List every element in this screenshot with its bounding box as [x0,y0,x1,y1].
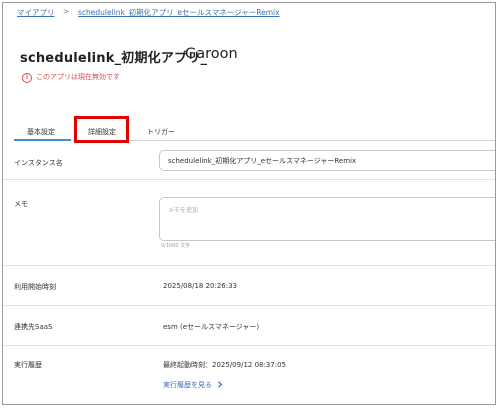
row-divider [3,265,495,266]
linked-saas-label: 連携先SaaS [14,323,53,331]
highlight-box [74,116,129,143]
start-time-value: 2025/08/18 20:26:33 [163,282,238,290]
app-frame: マイアプリ > schedulelink_初期化アプリ_eセールスマネージャーR… [2,2,496,405]
view-history-link[interactable]: 実行履歴を見る [163,380,223,390]
memo-textarea[interactable]: メモを追加 [159,197,495,241]
status-warning: このアプリは現在無効です [36,73,120,81]
breadcrumb-separator: > [63,7,70,16]
exclamation-circle-icon: ! [22,73,32,83]
memo-label: メモ [14,200,28,208]
view-history-label: 実行履歴を見る [163,381,212,389]
row-divider [3,345,495,346]
memo-placeholder: メモを追加 [168,207,199,214]
breadcrumb-my-apps[interactable]: マイアプリ [17,7,55,18]
linked-saas-value: esm (eセールスマネージャー) [163,323,260,331]
row-divider [3,179,495,180]
last-run-time: 最終起動時刻：2025/09/12 08:37:05 [163,361,287,369]
tab-triggers[interactable]: トリガー [147,127,175,137]
instance-name-input[interactable]: schedulelink_初期化アプリ_eセールスマネージャーRemix [159,150,495,171]
instance-name-value: schedulelink_初期化アプリ_eセールスマネージャーRemix [168,157,357,165]
execution-history-label: 実行履歴 [14,361,42,369]
tab-basic-settings[interactable]: 基本設定 [27,127,55,137]
start-time-label: 利用開始時刻 [14,283,56,291]
instance-name-label: インスタンス名 [14,159,63,167]
memo-char-counter: 0/1000 文字 [161,243,191,249]
chevron-right-icon [218,381,223,388]
breadcrumb-current-app[interactable]: schedulelink_初期化アプリ_eセールスマネージャーRemix [78,7,280,18]
active-tab-indicator [14,139,71,141]
row-divider [3,305,495,306]
page-title: schedulelink_初期化アプリ_ [20,51,208,66]
page-title-suffix: Garoon [185,46,238,62]
